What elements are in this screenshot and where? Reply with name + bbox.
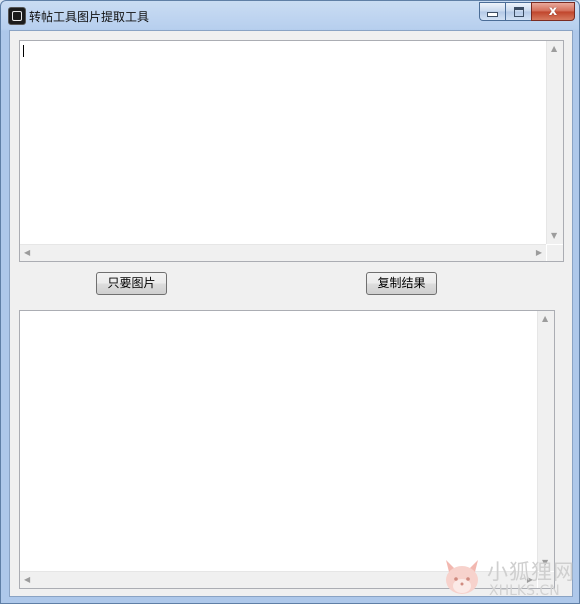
close-button[interactable]: x <box>531 2 575 21</box>
caption-buttons: x <box>479 2 575 21</box>
output-textarea[interactable]: ▲ ▼ ◀ ▶ <box>19 310 555 589</box>
only-images-button[interactable]: 只要图片 <box>96 272 167 295</box>
maximize-icon <box>513 6 524 17</box>
scroll-left-icon[interactable]: ◀ <box>24 576 30 584</box>
minimize-icon <box>487 12 498 17</box>
copy-result-button[interactable]: 复制结果 <box>366 272 437 295</box>
input-vertical-scrollbar[interactable]: ▲ ▼ <box>546 41 563 244</box>
watermark-text-cn: 小狐狸网 <box>487 560 575 584</box>
scroll-down-icon[interactable]: ▼ <box>551 232 557 240</box>
input-horizontal-scrollbar[interactable]: ◀ ▶ <box>20 244 546 261</box>
watermark: 小狐狸网 XHLKS.CN <box>440 550 580 604</box>
input-textarea[interactable]: ▲ ▼ ◀ ▶ <box>19 40 564 262</box>
scroll-right-icon[interactable]: ▶ <box>536 249 542 257</box>
scrollbar-corner <box>547 245 563 261</box>
scroll-left-icon[interactable]: ◀ <box>24 249 30 257</box>
maximize-button[interactable] <box>505 2 531 21</box>
app-window: 转帖工具图片提取工具 x ▲ ▼ ◀ ▶ 只要图片 复制结果 ▲ ▼ ◀ ▶ <box>0 0 580 604</box>
scroll-up-icon[interactable]: ▲ <box>551 45 557 53</box>
window-title: 转帖工具图片提取工具 <box>29 10 150 24</box>
watermark-text-en: XHLKS.CN <box>489 583 560 599</box>
app-icon <box>8 7 26 25</box>
close-icon: x <box>548 4 558 19</box>
fox-logo-icon <box>446 560 478 594</box>
text-caret <box>23 45 24 57</box>
output-vertical-scrollbar[interactable]: ▲ ▼ <box>537 311 554 571</box>
minimize-button[interactable] <box>479 2 505 21</box>
scroll-up-icon[interactable]: ▲ <box>542 315 548 323</box>
title-bar[interactable]: 转帖工具图片提取工具 x <box>1 1 579 29</box>
client-area: ▲ ▼ ◀ ▶ 只要图片 复制结果 ▲ ▼ ◀ ▶ <box>9 30 573 597</box>
